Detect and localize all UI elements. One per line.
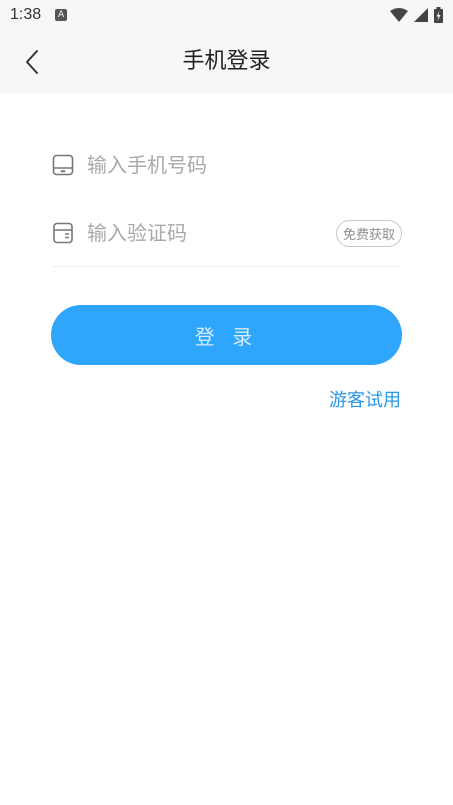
wifi-icon bbox=[390, 8, 408, 22]
send-code-button[interactable]: 免费获取 bbox=[336, 219, 403, 247]
status-time: 1:38 bbox=[10, 6, 42, 23]
phone-input[interactable] bbox=[87, 153, 402, 177]
chevron-left-icon bbox=[26, 50, 38, 74]
phone-field bbox=[52, 145, 402, 185]
divider bbox=[52, 266, 402, 267]
signal-icon bbox=[414, 8, 428, 22]
header: 手机登录 bbox=[0, 30, 453, 93]
login-button[interactable]: 登 录 bbox=[51, 305, 402, 365]
guest-trial-link[interactable]: 游客试用 bbox=[329, 386, 401, 412]
status-bar: 1:38 A bbox=[0, 0, 453, 30]
code-field: 免费获取 bbox=[52, 213, 403, 253]
back-button[interactable] bbox=[12, 42, 52, 82]
document-icon bbox=[53, 222, 73, 244]
battery-icon bbox=[434, 7, 443, 23]
status-icons bbox=[390, 7, 443, 23]
verification-code-input[interactable] bbox=[87, 221, 336, 245]
phone-icon bbox=[52, 154, 74, 176]
a-icon: A bbox=[55, 9, 68, 21]
page-title: 手机登录 bbox=[182, 49, 271, 74]
